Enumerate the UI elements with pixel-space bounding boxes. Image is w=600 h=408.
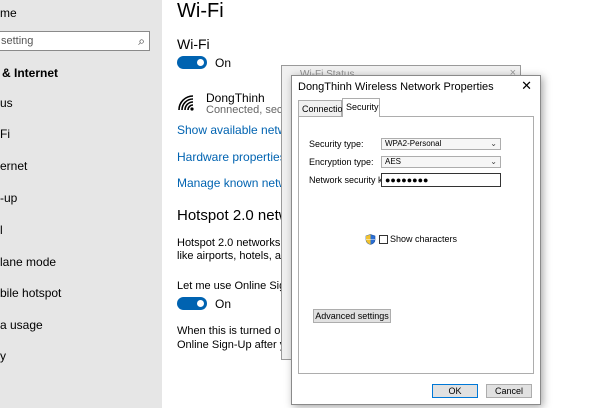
wifi-toggle-state: On bbox=[215, 56, 232, 70]
sidebar-item-dialup[interactable]: -up bbox=[0, 191, 17, 205]
wifi-section-label: Wi-Fi bbox=[177, 36, 210, 52]
sidebar-item-status[interactable]: us bbox=[0, 96, 13, 110]
show-characters-label: Show characters bbox=[390, 234, 458, 244]
network-status: Connected, secur bbox=[206, 104, 293, 116]
sidebar-item-mobile-hotspot[interactable]: bile hotspot bbox=[0, 286, 61, 300]
network-properties-dialog: DongThinh Wireless Network Properties ✕ … bbox=[291, 75, 541, 405]
chevron-down-icon: ⌄ bbox=[490, 139, 497, 148]
sidebar-item-airplane-mode[interactable]: lane mode bbox=[0, 255, 56, 269]
chevron-down-icon: ⌄ bbox=[490, 157, 497, 166]
wifi-signal-icon bbox=[178, 95, 194, 111]
search-icon[interactable]: ⌕ bbox=[138, 34, 145, 49]
hardware-properties-link[interactable]: Hardware properties bbox=[177, 150, 286, 164]
tab-connection[interactable]: Connection bbox=[298, 100, 348, 116]
sidebar-item-ethernet[interactable]: ernet bbox=[0, 159, 27, 173]
search-input[interactable]: setting ⌕ bbox=[0, 31, 150, 51]
sidebar-home[interactable]: me bbox=[0, 6, 17, 20]
hotspot-description-line2: like airports, hotels, and bbox=[177, 250, 294, 262]
sidebar-item-proxy[interactable]: y bbox=[0, 349, 6, 363]
ok-button[interactable]: OK bbox=[432, 384, 478, 398]
page-title: Wi-Fi bbox=[177, 0, 224, 22]
sidebar-item-data-usage[interactable]: a usage bbox=[0, 318, 43, 332]
hotspot-description-line1: Hotspot 2.0 networks m bbox=[177, 237, 293, 249]
security-tab-panel: Security type: WPA2-Personal ⌄ Encryptio… bbox=[298, 116, 534, 374]
wifi-toggle[interactable] bbox=[177, 56, 207, 69]
online-signup-state: On bbox=[215, 297, 232, 311]
security-type-label: Security type: bbox=[309, 139, 364, 149]
show-available-networks-link[interactable]: Show available networ bbox=[177, 123, 297, 137]
encryption-type-value: AES bbox=[385, 157, 402, 166]
sidebar-item-wifi[interactable]: Fi bbox=[0, 127, 10, 141]
network-key-label: Network security key bbox=[309, 175, 393, 185]
sidebar-section-title: & Internet bbox=[2, 66, 59, 80]
sidebar-item-vpn[interactable]: l bbox=[0, 223, 3, 237]
dialog-title: DongThinh Wireless Network Properties bbox=[298, 81, 494, 93]
network-name[interactable]: DongThinh bbox=[206, 91, 265, 105]
cancel-button[interactable]: Cancel bbox=[486, 384, 532, 398]
show-characters-checkbox[interactable] bbox=[379, 235, 388, 244]
encryption-type-label: Encryption type: bbox=[309, 157, 374, 167]
close-icon[interactable]: ✕ bbox=[521, 78, 532, 94]
footer-text-line1: When this is turned on, bbox=[177, 325, 290, 337]
search-placeholder: setting bbox=[1, 35, 34, 47]
footer-text-line2: Online Sign-Up after yo bbox=[177, 339, 292, 351]
network-key-input[interactable]: ●●●●●●●● bbox=[381, 173, 501, 187]
tab-security[interactable]: Security bbox=[342, 98, 380, 117]
security-type-value: WPA2-Personal bbox=[385, 139, 442, 148]
hotspot-section-title: Hotspot 2.0 netwo bbox=[177, 207, 298, 224]
shield-icon bbox=[365, 234, 376, 245]
settings-sidebar: me setting ⌕ & Internet us Fi ernet -up … bbox=[0, 0, 162, 408]
security-type-select[interactable]: WPA2-Personal ⌄ bbox=[381, 138, 501, 150]
online-signup-toggle[interactable] bbox=[177, 297, 207, 310]
advanced-settings-button[interactable]: Advanced settings bbox=[313, 309, 391, 323]
encryption-type-select[interactable]: AES ⌄ bbox=[381, 156, 501, 168]
online-signup-label: Let me use Online Sign- bbox=[177, 280, 296, 292]
